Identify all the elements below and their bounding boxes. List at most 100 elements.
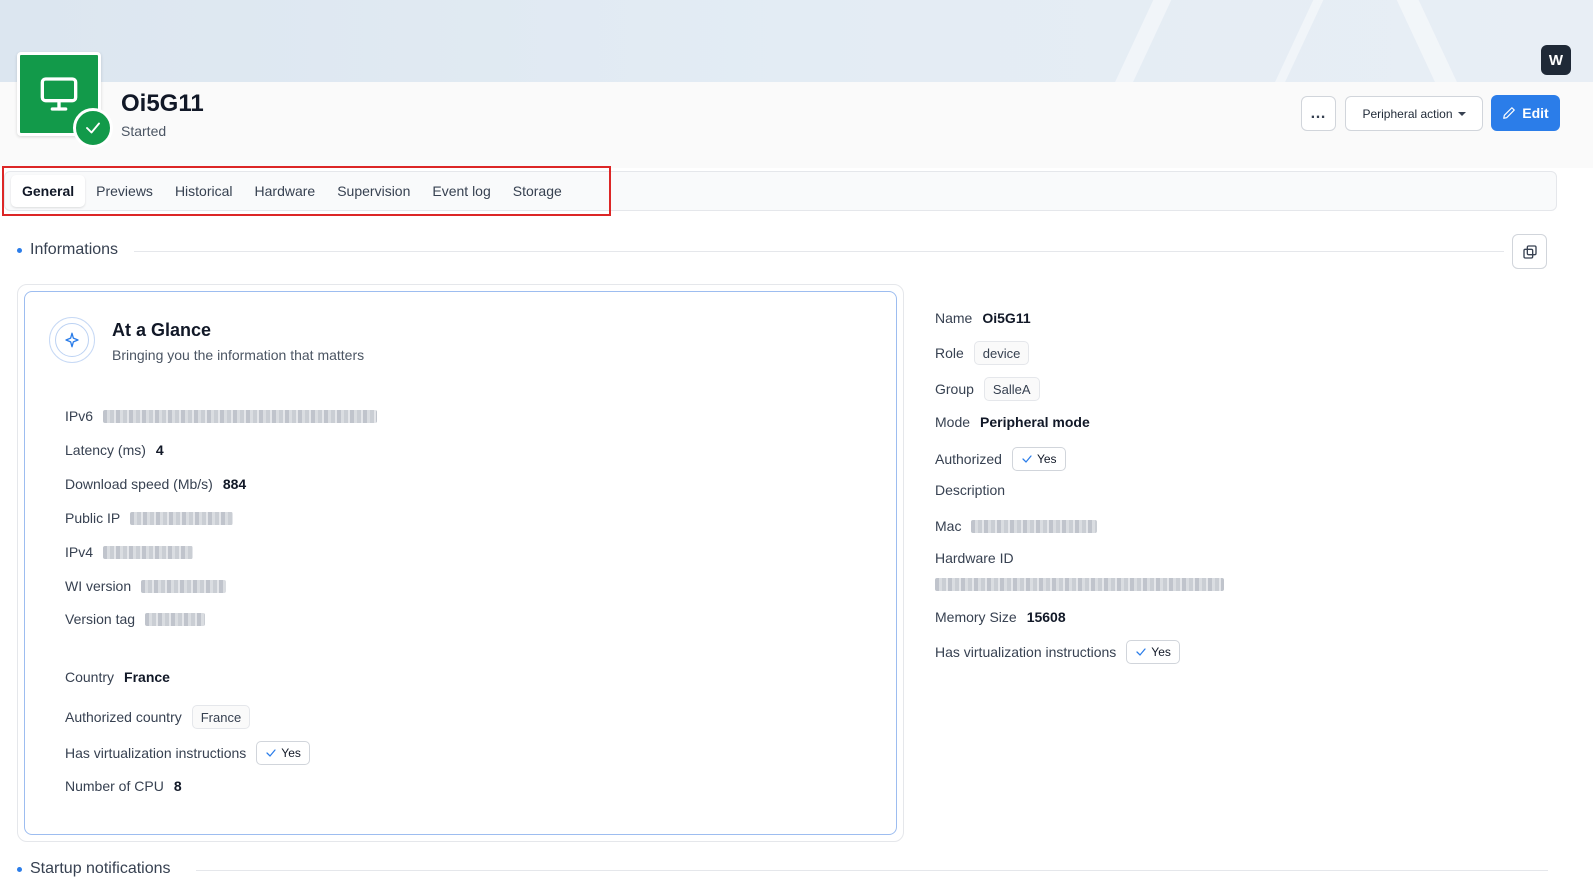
group-row: Group SalleA [935,377,1040,401]
header-banner [0,0,1593,82]
memory-row: Memory Size 15608 [935,609,1066,625]
check-icon [266,749,276,757]
hardware-id-label: Hardware ID [935,550,1014,566]
mode-value: Peripheral mode [980,414,1090,430]
ipv6-value-redacted [103,409,378,423]
ipv6-label: IPv6 [65,408,94,424]
glance-title: At a Glance [112,320,212,340]
country-value: France [124,669,170,685]
glance-subtitle: Bringing you the information that matter… [112,347,365,363]
authorized-row: Authorized Yes [935,447,1066,471]
hardware-id-value-redacted [935,578,1224,591]
tab-storage[interactable]: Storage [502,175,573,207]
more-icon: … [1310,104,1327,122]
section-bullet [17,247,22,253]
version-tag-value-redacted [145,612,206,626]
cpu-value: 8 [173,778,182,794]
copy-button[interactable] [1512,234,1547,269]
tab-general[interactable]: General [11,175,86,207]
peripheral-action-button[interactable]: Peripheral action [1345,96,1483,131]
authorized-value: Yes [1036,452,1057,466]
startup-notifications-heading: Startup notifications [17,860,171,878]
section-bullet [17,866,22,872]
copy-icon [1522,244,1537,259]
app-logo-icon[interactable]: W [1541,45,1571,75]
role-tag: device [973,341,1030,365]
memory-label: Memory Size [935,609,1017,625]
name-label: Name [935,310,973,326]
ipv6-row: IPv6 [65,408,378,424]
glance-virtualization-row: Has virtualization instructions Yes [65,741,310,765]
country-row: Country France [65,669,170,685]
check-icon [1136,648,1146,656]
country-label: Country [65,669,115,685]
banner-decoration [1097,0,1181,82]
mode-row: Mode Peripheral mode [935,414,1090,430]
banner-decoration [1257,0,1333,82]
version-tag-row: Version tag [65,611,206,627]
glance-virtualization-value: Yes [281,746,301,760]
description-label: Description [935,482,1006,498]
mac-row: Mac [935,518,1098,534]
details-virtualization-label: Has virtualization instructions [935,644,1117,660]
tab-supervision[interactable]: Supervision [326,175,421,207]
mac-label: Mac [935,518,962,534]
ipv4-label: IPv4 [65,544,94,560]
download-value: 884 [222,476,247,492]
authorized-country-label: Authorized country [65,709,182,725]
public-ip-value-redacted [130,511,234,525]
banner-decoration [1387,0,1475,82]
details-virtualization-badge: Yes [1126,640,1180,664]
edit-label: Edit [1522,105,1549,121]
glance-virtualization-label: Has virtualization instructions [65,745,247,761]
caret-down-icon [1457,111,1466,116]
role-row: Role device [935,341,1030,365]
download-row: Download speed (Mb/s) 884 [65,476,246,492]
name-row: Name Oi5G11 [935,310,1031,326]
check-icon [1022,455,1032,463]
latency-label: Latency (ms) [65,442,146,458]
startup-notifications-title: Startup notifications [30,860,171,877]
more-actions-button[interactable]: … [1301,96,1336,131]
ipv4-row: IPv4 [65,544,194,560]
latency-row: Latency (ms) 4 [65,442,164,458]
hardware-id-row: Hardware ID [935,550,1014,566]
tab-previews[interactable]: Previews [85,175,164,207]
latency-value: 4 [155,442,164,458]
tab-historical[interactable]: Historical [164,175,244,207]
authorized-country-row: Authorized country France [65,705,251,729]
mode-label: Mode [935,414,971,430]
public-ip-label: Public IP [65,510,121,526]
wi-version-row: WI version [65,578,227,594]
tab-list: General Previews Historical Hardware Sup… [11,175,573,207]
authorized-badge: Yes [1011,447,1066,471]
device-name: Oi5G11 [121,90,204,117]
wi-version-label: WI version [65,578,132,594]
section-divider [196,870,1548,871]
authorized-country-tag: France [191,705,251,729]
edit-button[interactable]: Edit [1491,95,1560,131]
section-divider [134,251,1504,252]
version-tag-label: Version tag [65,611,136,627]
public-ip-row: Public IP [65,510,234,526]
informations-heading: Informations [17,241,118,259]
tab-hardware[interactable]: Hardware [244,175,327,207]
group-label: Group [935,381,974,397]
wi-version-value-redacted [141,579,227,593]
device-status: Started [121,123,167,139]
informations-title: Informations [30,241,119,258]
details-virtualization-row: Has virtualization instructions Yes [935,640,1180,664]
sparkle-icon [49,317,95,363]
group-tag: SalleA [983,377,1040,401]
authorized-label: Authorized [935,451,1002,467]
peripheral-action-label: Peripheral action [1362,106,1453,121]
check-icon [73,108,113,148]
pencil-icon [1503,107,1516,119]
role-label: Role [935,345,964,361]
glance-virtualization-badge: Yes [256,741,310,765]
details-virtualization-value: Yes [1151,645,1171,659]
memory-value: 15608 [1026,609,1066,625]
tab-event-log[interactable]: Event log [421,175,501,207]
cpu-row: Number of CPU 8 [65,778,182,794]
mac-value-redacted [971,519,1098,533]
